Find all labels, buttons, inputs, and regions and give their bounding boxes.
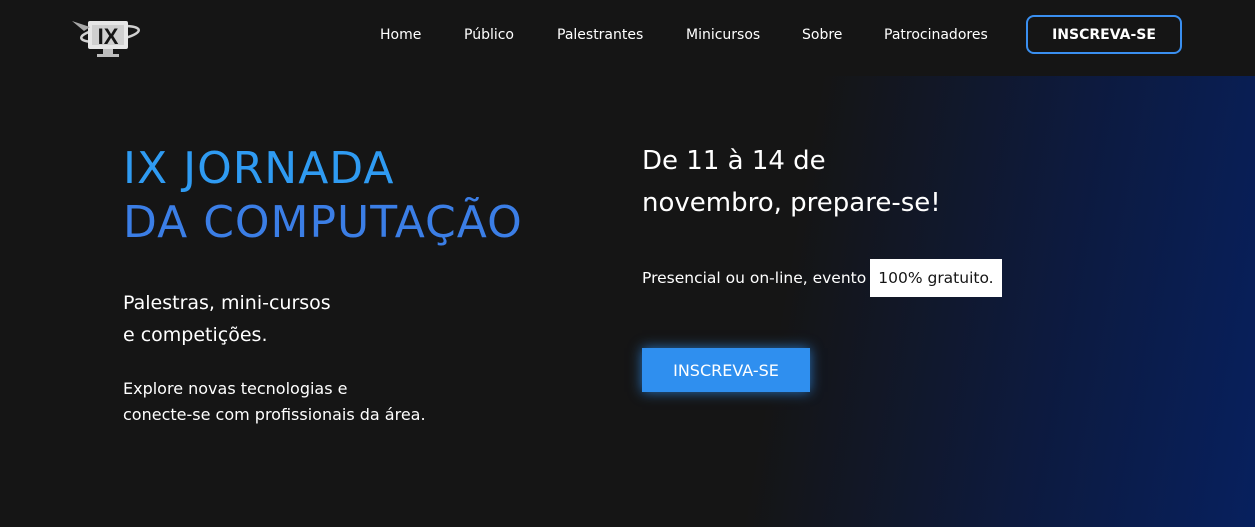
nav-link-home[interactable]: Home bbox=[380, 27, 421, 43]
hero-background bbox=[0, 0, 1255, 527]
hero-subtitle-line2: e competições. bbox=[123, 324, 268, 346]
hero-subtitle: Palestras, mini-cursos e competições. bbox=[123, 287, 483, 351]
event-format: Presencial ou on-line, evento 100% gratu… bbox=[642, 259, 1002, 297]
hero-title-line1: IX JORNADA bbox=[123, 143, 395, 194]
nav-link-palestrantes[interactable]: Palestrantes bbox=[557, 27, 643, 43]
hero-description-line1: Explore novas tecnologias e bbox=[123, 379, 348, 398]
free-badge: 100% gratuito. bbox=[870, 259, 1002, 297]
hero-description: Explore novas tecnologias e conecte-se c… bbox=[123, 376, 503, 428]
nav-link-sobre[interactable]: Sobre bbox=[802, 27, 842, 43]
hero-title-line2: DA COMPUTAÇÃO bbox=[123, 197, 523, 248]
page: IX Home Público Palestrantes Minicursos … bbox=[0, 0, 1255, 527]
nav-signup-button[interactable]: INSCREVA-SE bbox=[1026, 15, 1182, 54]
nav-link-minicursos[interactable]: Minicursos bbox=[686, 27, 760, 43]
hero-subtitle-line1: Palestras, mini-cursos bbox=[123, 292, 331, 314]
hero-signup-button[interactable]: INSCREVA-SE bbox=[642, 348, 810, 392]
event-dates: De 11 à 14 de novembro, prepare-se! bbox=[642, 140, 1002, 224]
event-dates-line1: De 11 à 14 de bbox=[642, 146, 826, 176]
navbar: IX Home Público Palestrantes Minicursos … bbox=[0, 0, 1255, 76]
hero-description-line2: conecte-se com profissionais da área. bbox=[123, 405, 426, 424]
nav-link-publico[interactable]: Público bbox=[464, 27, 514, 43]
event-format-text: Presencial ou on-line, evento bbox=[642, 269, 867, 287]
nav-link-patrocinadores[interactable]: Patrocinadores bbox=[884, 27, 988, 43]
event-dates-line2: novembro, prepare-se! bbox=[642, 188, 941, 218]
hero-title: IX JORNADA DA COMPUTAÇÃO bbox=[123, 142, 523, 250]
